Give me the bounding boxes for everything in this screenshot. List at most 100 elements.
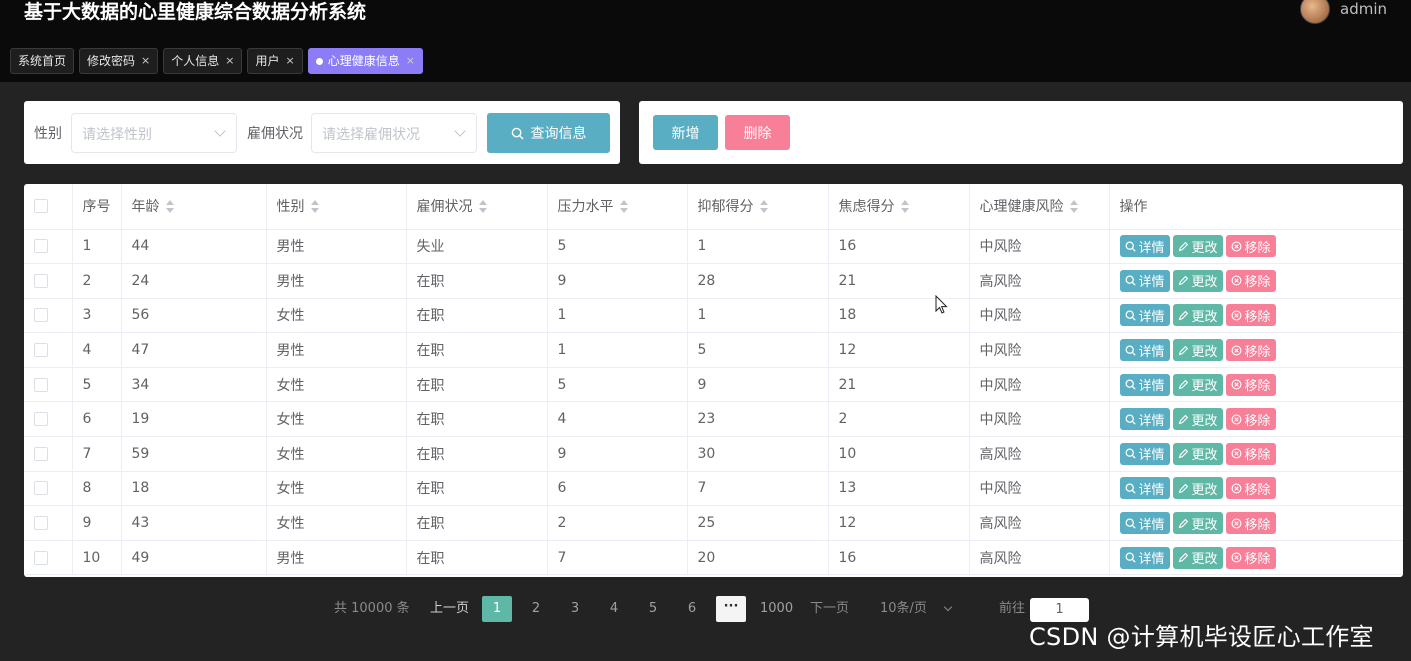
detail-button[interactable]: 详情	[1119, 339, 1170, 362]
cell-gender: 男性	[266, 332, 407, 368]
col-age[interactable]: 年龄	[121, 184, 267, 230]
row-checkbox[interactable]	[34, 239, 48, 254]
tab-home[interactable]: 系统首页	[10, 48, 75, 74]
edit-button[interactable]: 更改	[1172, 512, 1223, 535]
sort-icon[interactable]	[310, 200, 319, 214]
delete-button[interactable]: 删除	[725, 115, 790, 150]
detail-button[interactable]: 详情	[1119, 408, 1170, 431]
detail-button[interactable]: 详情	[1119, 235, 1170, 258]
cell-risk: 高风险	[969, 540, 1110, 576]
page-last[interactable]: 1000	[760, 596, 793, 622]
select-all-cell	[24, 184, 73, 230]
user-menu[interactable]: admin	[1300, 0, 1387, 24]
detail-button[interactable]: 详情	[1119, 442, 1170, 465]
sort-icon[interactable]	[759, 200, 768, 214]
row-checkbox[interactable]	[34, 273, 48, 288]
cell-employment: 在职	[406, 401, 548, 438]
detail-button[interactable]: 详情	[1119, 512, 1170, 535]
remove-button[interactable]: 移除	[1225, 339, 1276, 362]
gender-select[interactable]: 请选择性别	[71, 113, 237, 153]
page-6[interactable]: 6	[677, 596, 707, 622]
edit-button[interactable]: 更改	[1172, 373, 1223, 396]
tab-change-password[interactable]: 修改密码 ×	[79, 48, 159, 74]
close-icon[interactable]: ×	[406, 49, 415, 73]
detail-button[interactable]: 详情	[1119, 269, 1170, 292]
remove-button[interactable]: 移除	[1225, 373, 1276, 396]
row-actions: 详情 更改 移除	[1109, 367, 1403, 403]
page-1[interactable]: 1	[482, 596, 512, 622]
add-button[interactable]: 新增	[653, 115, 718, 150]
sort-icon[interactable]	[1069, 200, 1078, 214]
edit-button[interactable]: 更改	[1172, 339, 1223, 362]
row-actions: 详情 更改 移除	[1109, 401, 1403, 438]
close-icon[interactable]: ×	[286, 49, 295, 73]
sort-icon[interactable]	[619, 200, 628, 214]
remove-button[interactable]: 移除	[1225, 512, 1276, 535]
row-select-cell	[24, 367, 73, 403]
cell-gender: 男性	[266, 263, 407, 299]
row-checkbox[interactable]	[34, 481, 48, 496]
row-select-cell	[24, 505, 73, 541]
col-depression[interactable]: 抑郁得分	[687, 184, 829, 230]
page-4[interactable]: 4	[599, 596, 629, 622]
remove-button[interactable]: 移除	[1225, 408, 1276, 431]
more-pages-button[interactable]: ···	[716, 596, 746, 622]
col-anxiety[interactable]: 焦虑得分	[828, 184, 970, 230]
detail-button[interactable]: 详情	[1119, 477, 1170, 500]
remove-button[interactable]: 移除	[1225, 235, 1276, 258]
row-checkbox[interactable]	[34, 446, 48, 461]
avatar[interactable]	[1300, 0, 1330, 24]
employment-placeholder: 请选择雇佣状况	[322, 127, 420, 143]
cell-depression: 28	[687, 263, 829, 299]
edit-button[interactable]: 更改	[1172, 304, 1223, 327]
sort-icon[interactable]	[900, 200, 909, 214]
search-icon	[1125, 414, 1136, 425]
tab-mental-health[interactable]: 心理健康信息 ×	[307, 48, 423, 74]
page-2[interactable]: 2	[521, 596, 551, 622]
detail-button[interactable]: 详情	[1119, 304, 1170, 327]
edit-button[interactable]: 更改	[1172, 408, 1223, 431]
edit-button[interactable]: 更改	[1172, 235, 1223, 258]
sort-icon[interactable]	[478, 200, 487, 214]
col-gender[interactable]: 性别	[266, 184, 407, 230]
prev-page-button[interactable]: 上一页	[430, 596, 469, 622]
select-all-checkbox[interactable]	[34, 199, 48, 214]
username[interactable]: admin	[1340, 0, 1387, 18]
tab-profile[interactable]: 个人信息 ×	[163, 48, 243, 74]
cell-index: 3	[72, 298, 122, 334]
tab-users[interactable]: 用户 ×	[247, 48, 303, 74]
edit-button[interactable]: 更改	[1172, 477, 1223, 500]
remove-button[interactable]: 移除	[1225, 304, 1276, 327]
cell-gender: 女性	[266, 471, 407, 507]
page-3[interactable]: 3	[560, 596, 590, 622]
cell-age: 24	[121, 263, 267, 299]
row-checkbox[interactable]	[34, 516, 48, 531]
row-checkbox[interactable]	[34, 308, 48, 323]
detail-button[interactable]: 详情	[1119, 546, 1170, 569]
remove-button[interactable]: 移除	[1225, 442, 1276, 465]
close-circle-icon	[1231, 241, 1241, 252]
col-risk[interactable]: 心理健康风险	[969, 184, 1110, 230]
employment-select[interactable]: 请选择雇佣状况	[311, 113, 477, 153]
row-checkbox[interactable]	[34, 343, 48, 358]
col-employment[interactable]: 雇佣状况	[406, 184, 548, 230]
close-icon[interactable]: ×	[141, 49, 150, 73]
edit-button[interactable]: 更改	[1172, 546, 1223, 569]
row-checkbox[interactable]	[34, 412, 48, 427]
page-5[interactable]: 5	[638, 596, 668, 622]
edit-button[interactable]: 更改	[1172, 269, 1223, 292]
sort-icon[interactable]	[165, 200, 174, 214]
col-stress[interactable]: 压力水平	[547, 184, 688, 230]
edit-button[interactable]: 更改	[1172, 442, 1223, 465]
row-checkbox[interactable]	[34, 550, 48, 565]
cell-stress: 5	[547, 367, 688, 403]
search-button[interactable]: 查询信息	[487, 113, 610, 153]
remove-button[interactable]: 移除	[1225, 269, 1276, 292]
next-page-button[interactable]: 下一页	[810, 596, 849, 622]
page-size-select[interactable]: 10条/页	[880, 596, 953, 622]
row-checkbox[interactable]	[34, 377, 48, 392]
remove-button[interactable]: 移除	[1225, 546, 1276, 569]
remove-button[interactable]: 移除	[1225, 477, 1276, 500]
close-icon[interactable]: ×	[225, 49, 234, 73]
detail-button[interactable]: 详情	[1119, 373, 1170, 396]
